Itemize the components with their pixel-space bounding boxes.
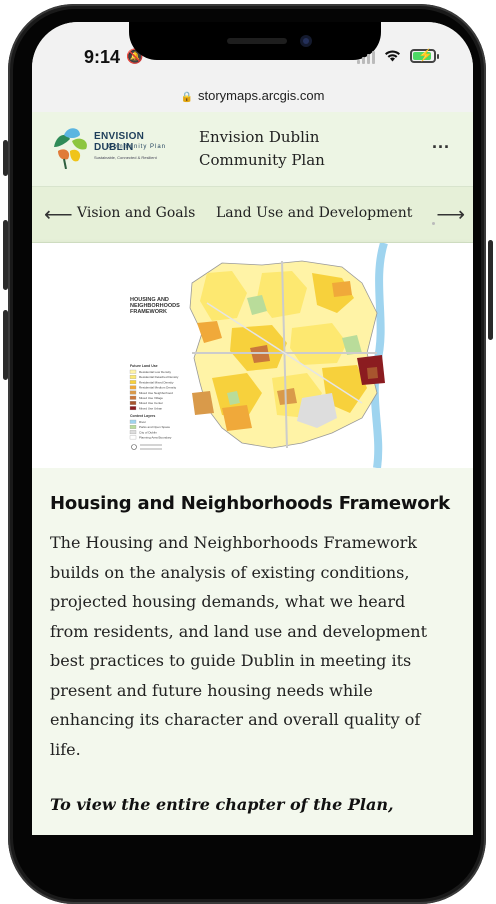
framework-map-image[interactable]: HOUSING AND NEIGHBORHOODS FRAMEWORK Futu…: [32, 241, 473, 469]
envision-dublin-logo[interactable]: ENVISION DUBLIN Community Plan Sustainab…: [50, 125, 180, 169]
paragraph-line: life.: [50, 739, 81, 759]
nav-prev-arrow-icon[interactable]: ⟵: [44, 202, 73, 227]
section-nav: ⟵ Vision and Goals Land Use and Developm…: [32, 187, 473, 243]
nav-item-land-use-and-development[interactable]: Land Use and Development: [216, 205, 412, 221]
map-context-item-label: Planning Area Boundary: [139, 436, 172, 440]
notch: [129, 22, 381, 60]
map-context-item-label: Parks and Open Space: [139, 425, 170, 429]
status-time: 9:14: [84, 47, 121, 67]
screen: 9:14 🔕 ⚡ 🔒 storymaps.arcgis.com ENVISION…: [32, 22, 473, 835]
speaker: [227, 38, 287, 44]
paragraph-line: builds on the analysis of existing condi…: [50, 562, 410, 582]
lock-icon: 🔒: [180, 92, 194, 103]
phone-mockup: 9:14 🔕 ⚡ 🔒 storymaps.arcgis.com ENVISION…: [0, 0, 496, 904]
map-context-item-swatch: [129, 419, 137, 424]
story-title-line2: Community Plan: [199, 151, 325, 169]
map-legend-item-label: Residential Mixed Density: [139, 380, 174, 384]
logo-subtitle: Community Plan: [108, 144, 167, 150]
map-legend-item-label: Mixed Use Urban: [139, 406, 163, 410]
map-north-arrow-icon: [131, 444, 137, 450]
signal-icon: [357, 50, 377, 64]
status-bar: 9:14 🔕 ⚡: [32, 22, 473, 80]
map-context-item-label: River: [139, 420, 146, 424]
url-text: storymaps.arcgis.com: [198, 88, 325, 103]
map-legend-item-swatch: [129, 395, 137, 400]
logo-tagline: Sustainable, Connected & Resilient: [94, 155, 157, 160]
volume-down-button: [3, 310, 8, 380]
map-legend-item-label: Residential Low Density: [139, 370, 172, 374]
map-context-heading: Context Layers: [130, 414, 155, 418]
silent-switch: [3, 140, 8, 176]
paragraph-line: enhancing its character and overall qual…: [50, 710, 421, 729]
camera-icon: [300, 35, 312, 47]
wifi-icon: [384, 49, 401, 66]
chapter-callout: To view the entire chapter of the Plan,: [50, 790, 460, 819]
map-legend-heading: Future Land Use: [130, 364, 158, 368]
paragraph-line: from residents, and land use and develop…: [50, 621, 428, 641]
map-context-item-swatch: [129, 430, 137, 435]
chapter-callout-line1: To view the entire chapter of the Plan,: [50, 795, 394, 814]
nav-overflow-dot: [432, 222, 435, 225]
map-legend-item-swatch: [129, 401, 137, 405]
map-legend-item-swatch: [129, 369, 137, 374]
map-legend-item-swatch: [129, 380, 137, 385]
power-button: [488, 240, 493, 340]
address-bar[interactable]: 🔒 storymaps.arcgis.com: [32, 80, 473, 113]
paragraph-line: projected housing demands, what we heard: [50, 592, 406, 611]
map-legend-item-label: Residential Medium Density: [139, 386, 177, 390]
housing-framework-map: HOUSING AND NEIGHBORHOODS FRAMEWORK Futu…: [129, 241, 388, 469]
map-context-item-swatch: [129, 435, 137, 440]
paragraph-line: present and future housing needs while: [50, 680, 373, 700]
more-menu-button[interactable]: ...: [432, 132, 450, 153]
map-legend-item-swatch: [129, 390, 137, 395]
map-legend-item-label: Mixed Use Center: [139, 401, 163, 405]
nav-item-vision-and-goals[interactable]: Vision and Goals: [77, 205, 195, 221]
map-legend-item-label: Mixed Use Village: [139, 396, 163, 400]
map-legend-item-swatch: [129, 385, 137, 390]
map-legend-item-swatch: [129, 406, 137, 411]
article-content: Housing and Neighborhoods Framework The …: [32, 468, 473, 835]
volume-up-button: [3, 220, 8, 290]
story-title[interactable]: Envision Dublin Community Plan: [199, 126, 325, 172]
story-title-line1: Envision Dublin: [199, 128, 320, 146]
paragraph-line: best practices to guide Dublin in meetin…: [50, 651, 412, 670]
map-context-item-swatch: [129, 425, 137, 429]
map-legend-item-label: Mixed Use Neighborhood: [139, 391, 173, 395]
article-paragraph: The Housing and Neighborhoods Framework …: [50, 528, 460, 764]
battery-icon: ⚡: [410, 48, 436, 63]
article-heading: Housing and Neighborhoods Framework: [50, 493, 450, 514]
map-title-line3: FRAMEWORK: [130, 309, 167, 315]
paragraph-line: The Housing and Neighborhoods Framework: [50, 533, 417, 552]
logo-mark-icon: [54, 128, 87, 169]
map-legend-item-swatch: [129, 375, 137, 379]
nav-next-arrow-icon[interactable]: ⟶: [436, 202, 465, 227]
map-legend-item-label: Residential Detached Density: [139, 375, 179, 379]
map-context-item-label: City of Dublin: [139, 430, 157, 434]
story-header: ENVISION DUBLIN Community Plan Sustainab…: [32, 112, 473, 187]
